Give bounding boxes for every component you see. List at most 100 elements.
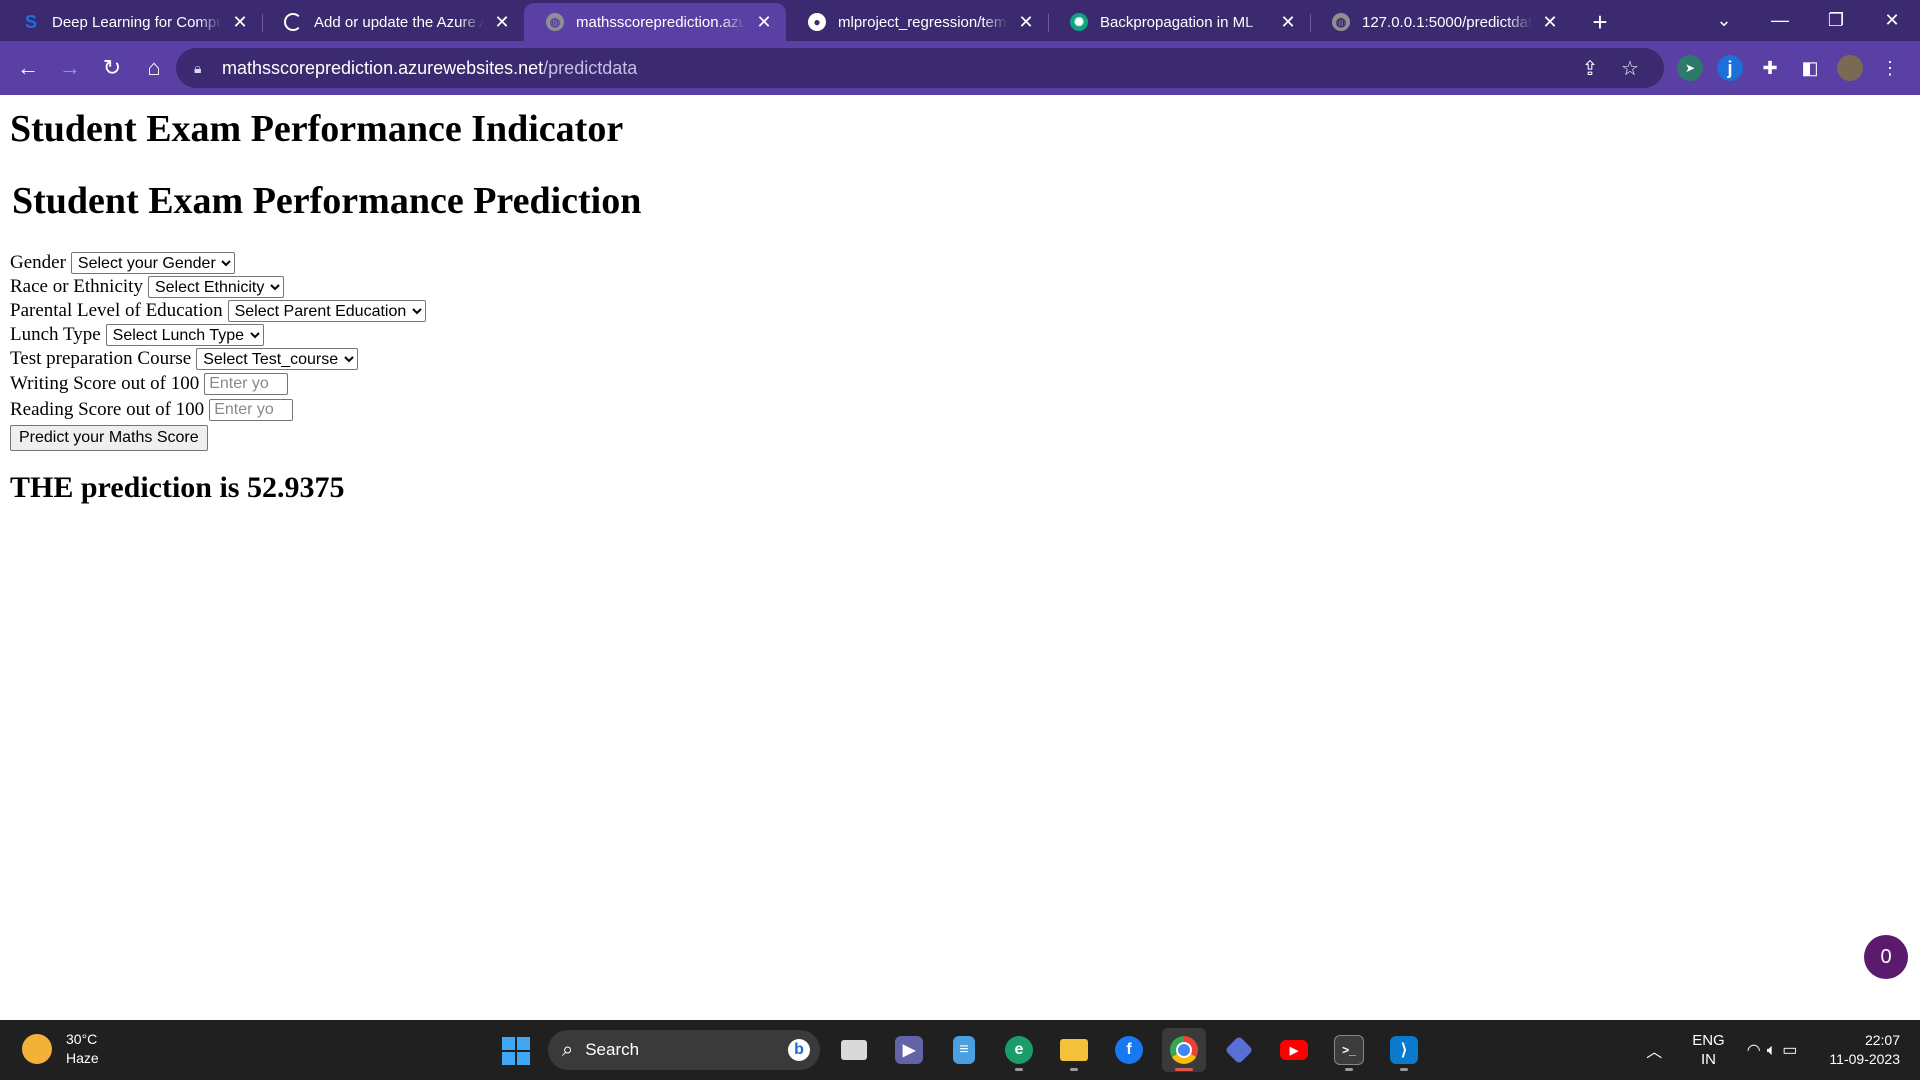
lang-region: IN — [1700, 1051, 1716, 1068]
bookmark-star-icon[interactable]: ☆ — [1610, 56, 1650, 81]
home-button[interactable]: ⌂ — [134, 48, 174, 88]
puzzle-extensions-icon[interactable]: ✚ — [1750, 48, 1790, 88]
url-host: mathsscoreprediction.azurewebsites.net — [222, 57, 544, 78]
kebab-menu-icon[interactable]: ⋮ — [1870, 48, 1910, 88]
address-bar[interactable]: 🔒︎ mathsscoreprediction.azurewebsites.ne… — [176, 48, 1664, 88]
gender-select[interactable]: Select your Gender — [70, 252, 235, 275]
new-tab-button[interactable]: + — [1582, 4, 1618, 40]
vscode-app[interactable]: ⟩ — [1382, 1028, 1426, 1072]
cursor-extension-icon: ➤ — [1677, 55, 1703, 81]
omnibox-actions: ⇪ ☆ — [1570, 48, 1650, 88]
back-button[interactable]: ← — [8, 48, 48, 88]
taskbar: 30°C Haze ⌕ Search b ▶ ≡ e f ▶ >_ ⟩ ︿ EN… — [0, 1020, 1920, 1080]
teams-icon: ▶ — [895, 1036, 923, 1064]
parent-education-row: Parental Level of Education Select Paren… — [10, 299, 1920, 323]
writing-score-input[interactable] — [204, 373, 289, 396]
j-extension-icon: j — [1717, 55, 1743, 81]
battery-icon: ▭ — [1782, 1042, 1804, 1059]
reading-score-row: Reading Score out of 100 — [10, 397, 1920, 423]
window-controls: ⌄ — ❐ ✕ — [1696, 0, 1920, 41]
terminal-app[interactable]: >_ — [1327, 1028, 1371, 1072]
parent-education-select[interactable]: Select Parent Education — [227, 300, 426, 323]
copilot-icon — [1224, 1035, 1254, 1065]
gender-row: Gender Select your Gender — [10, 251, 1920, 275]
lunch-select[interactable]: Select Lunch Type — [105, 324, 264, 347]
clock[interactable]: 22:07 11-09-2023 — [1829, 1031, 1900, 1069]
loading-favicon-icon — [284, 13, 302, 31]
forward-button[interactable]: → — [50, 48, 90, 88]
share-icon[interactable]: ⇪ — [1570, 56, 1610, 81]
lunch-label: Lunch Type — [10, 324, 101, 346]
tab-mathsscoreprediction[interactable]: ◍ mathsscoreprediction.azurewebsites.net… — [524, 3, 786, 41]
test-prep-label: Test preparation Course — [10, 348, 192, 370]
form-title: Student Exam Performance Prediction — [12, 179, 642, 222]
globe-favicon-icon: ◍ — [1332, 13, 1350, 31]
reading-score-input[interactable] — [209, 399, 294, 422]
wifi-icon: ◠ — [1746, 1042, 1767, 1059]
reload-button[interactable]: ↻ — [92, 48, 132, 88]
minimize-icon[interactable]: — — [1752, 10, 1808, 31]
tab-search-chevron-icon[interactable]: ⌄ — [1696, 10, 1752, 31]
system-tray: ︿ ENG IN ◠🔈︎▭ 22:07 11-09-2023 — [1646, 1020, 1900, 1080]
ethnicity-select[interactable]: Select Ethnicity — [147, 276, 284, 299]
restore-icon[interactable]: ❐ — [1808, 10, 1864, 31]
clock-time: 22:07 — [1864, 1032, 1900, 1048]
network-volume-battery-icons[interactable]: ◠🔈︎▭ — [1747, 1040, 1804, 1060]
url-path: /predictdata — [543, 57, 638, 78]
test-prep-select[interactable]: Select Test_course — [196, 348, 359, 371]
close-tab-icon[interactable]: ✕ — [1016, 12, 1036, 32]
copilot-app[interactable] — [1217, 1028, 1261, 1072]
extension-j[interactable]: j — [1710, 48, 1750, 88]
weather-widget[interactable]: 30°C Haze — [22, 1030, 99, 1068]
page-title: Student Exam Performance Indicator — [10, 108, 624, 150]
language-indicator[interactable]: ENG IN — [1692, 1031, 1725, 1069]
taskbar-search[interactable]: ⌕ Search b — [548, 1030, 820, 1070]
url-text[interactable]: mathsscoreprediction.azurewebsites.net/p… — [222, 58, 637, 79]
bing-icon[interactable]: b — [788, 1039, 810, 1061]
tab-azure-app-service[interactable]: Add or update the Azure App Service ✕ — [262, 3, 524, 41]
parent-education-label: Parental Level of Education — [10, 300, 223, 322]
floating-counter-badge[interactable]: 0 — [1864, 935, 1908, 979]
volume-icon: 🔈︎ — [1766, 1042, 1783, 1059]
chrome-app[interactable] — [1162, 1028, 1206, 1072]
prediction-result: THE prediction is 52.9375 — [10, 471, 345, 505]
close-tab-icon[interactable]: ✕ — [1540, 12, 1560, 32]
chrome-icon — [1170, 1036, 1198, 1064]
weather-temp: 30°C — [66, 1031, 98, 1047]
lock-icon[interactable]: 🔒︎ — [194, 60, 208, 77]
start-windows-icon[interactable] — [502, 1037, 530, 1065]
chevron-up-icon[interactable]: ︿ — [1646, 1038, 1662, 1062]
tab-backpropagation[interactable]: ✺ Backpropagation in ML ✕ — [1048, 3, 1310, 41]
facebook-app[interactable]: f — [1107, 1028, 1151, 1072]
chatgpt-favicon-icon: ✺ — [1070, 13, 1088, 31]
notepad-app[interactable]: ≡ — [942, 1028, 986, 1072]
close-window-icon[interactable]: ✕ — [1864, 10, 1920, 31]
tab-github-mlproject[interactable]: ● mlproject_regression/templates ✕ — [786, 3, 1048, 41]
search-label: Search — [585, 1040, 640, 1059]
teams-app[interactable]: ▶ — [887, 1028, 931, 1072]
predict-button[interactable]: Predict your Maths Score — [10, 425, 208, 452]
scaler-favicon-icon: S — [24, 11, 37, 32]
ethnicity-row: Race or Ethnicity Select Ethnicity — [10, 275, 1920, 299]
close-tab-icon[interactable]: ✕ — [1278, 12, 1298, 32]
tab-strip: S Deep Learning for Computer Vision ✕ Ad… — [0, 0, 1920, 41]
tab-deep-learning[interactable]: S Deep Learning for Computer Vision ✕ — [0, 3, 262, 41]
side-panel-icon[interactable]: ◧ — [1790, 48, 1830, 88]
profile-avatar[interactable] — [1830, 48, 1870, 88]
youtube-app[interactable]: ▶ — [1272, 1028, 1316, 1072]
tab-title: mathsscoreprediction.azurewebsites.net — [576, 13, 746, 31]
close-tab-icon[interactable]: ✕ — [754, 12, 774, 32]
edge-app[interactable]: e — [997, 1028, 1041, 1072]
reading-score-label: Reading Score out of 100 — [10, 399, 205, 421]
globe-favicon-icon: ◍ — [546, 13, 564, 31]
test-prep-row: Test preparation Course Select Test_cour… — [10, 347, 1920, 371]
close-tab-icon[interactable]: ✕ — [230, 12, 250, 32]
file-explorer-app[interactable] — [1052, 1028, 1096, 1072]
search-icon: ⌕ — [562, 1038, 574, 1061]
gender-label: Gender — [10, 252, 66, 274]
weather-sun-icon — [22, 1034, 52, 1064]
extension-cursor[interactable]: ➤ — [1670, 48, 1710, 88]
close-tab-icon[interactable]: ✕ — [492, 12, 512, 32]
task-view-app[interactable] — [832, 1028, 876, 1072]
tab-localhost-predictdata[interactable]: ◍ 127.0.0.1:5000/predictdata ✕ — [1310, 3, 1572, 41]
